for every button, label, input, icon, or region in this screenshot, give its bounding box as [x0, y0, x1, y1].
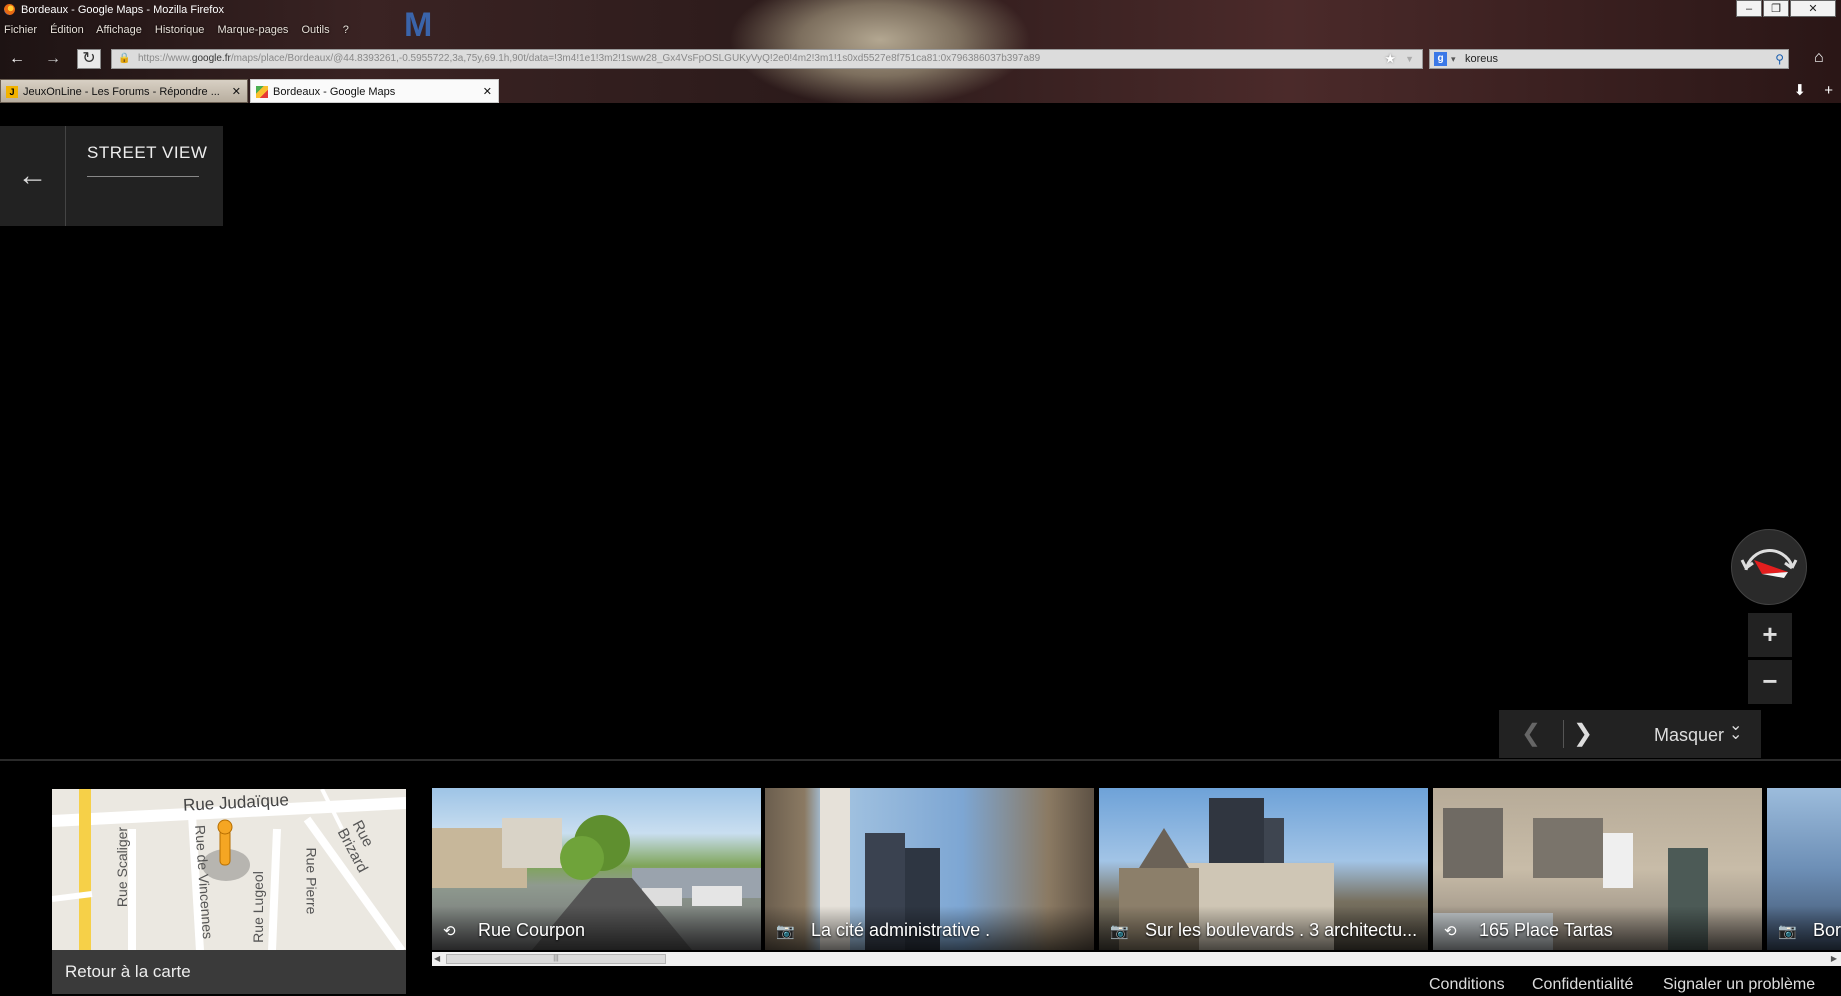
hide-filmstrip-button[interactable]: Masquer	[1654, 725, 1724, 746]
street-view-360-icon: ⟲	[1444, 923, 1457, 940]
menu-affichage[interactable]: Affichage	[96, 24, 142, 36]
menu-fichier[interactable]: Fichier	[4, 24, 37, 36]
thumbnail-label: La cité administrative .	[811, 920, 991, 940]
minimize-button[interactable]: ‒	[1736, 0, 1762, 17]
download-icon[interactable]: ⬇	[1793, 82, 1806, 99]
close-tab-icon[interactable]: ✕	[232, 80, 241, 102]
menu-historique[interactable]: Historique	[155, 24, 205, 36]
filmstrip-controls: ❮ ❯ Masquer ⌄ ⌄	[1499, 710, 1761, 758]
privacy-link[interactable]: Confidentialité	[1532, 976, 1633, 994]
browser-chrome: Bordeaux - Google Maps - Mozilla Firefox…	[0, 0, 1841, 103]
home-icon[interactable]: ⌂	[1814, 49, 1824, 67]
street-view-360-icon: ⟲	[443, 923, 456, 940]
address-bar[interactable]: 🔒 https://www.google.fr/maps/place/Borde…	[111, 49, 1423, 69]
street-label-rue-lugeol: Rue Lugeol	[249, 871, 266, 943]
previous-arrow-icon[interactable]: ❮	[1521, 710, 1551, 758]
compass-needle-icon	[1740, 549, 1798, 578]
forward-arrow-icon[interactable]: →	[42, 48, 64, 70]
street-label-rue-pierre: Rue Pierre	[303, 847, 320, 915]
search-bar[interactable]: g ▾ koreus ⚲	[1429, 49, 1789, 69]
street-view-title: STREET VIEW	[87, 143, 208, 162]
title-underline	[87, 176, 199, 177]
back-arrow-icon[interactable]: ←	[6, 48, 28, 70]
menu-bar: Fichier Édition Affichage Historique Mar…	[4, 24, 359, 42]
url-dropdown-icon[interactable]: ▼	[1405, 50, 1414, 68]
return-to-map-button[interactable]: Retour à la carte	[52, 950, 406, 994]
filmstrip-scrollbar[interactable]: ◀ ||| ▶	[432, 952, 1841, 966]
zoom-out-button[interactable]: −	[1748, 660, 1792, 704]
thumbnail-label: Bor	[1813, 920, 1841, 940]
thumbnail-card[interactable]: ⟲ 165 Place Tartas	[1433, 788, 1762, 950]
search-input[interactable]: koreus	[1465, 50, 1498, 68]
tab-label: JeuxOnLine - Les Forums - Répondre ...	[23, 86, 220, 98]
tab-label: Bordeaux - Google Maps	[273, 86, 396, 98]
toolbar-logo-icon: M	[404, 6, 433, 44]
tab-bar: J JeuxOnLine - Les Forums - Répondre ...…	[0, 79, 1841, 103]
close-window-button[interactable]: ✕	[1790, 0, 1836, 17]
report-problem-link[interactable]: Signaler un problème	[1663, 976, 1815, 994]
search-icon[interactable]: ⚲	[1775, 50, 1784, 68]
jeuxonline-favicon-icon: J	[6, 86, 18, 98]
thumbnail-label: Rue Courpon	[478, 920, 586, 940]
back-arrow-icon[interactable]: ←	[0, 126, 66, 226]
compass-icon[interactable]	[1731, 529, 1807, 605]
thumbnail-card[interactable]: 📷 Bor	[1767, 788, 1841, 950]
lock-icon: 🔒	[118, 53, 131, 64]
mini-map[interactable]: Rue Judaïque Rue Scaliger Rue de Vincenn…	[52, 789, 406, 951]
camera-icon: 📷	[1778, 923, 1797, 940]
street-view-header: ← STREET VIEW	[0, 126, 223, 226]
close-tab-icon[interactable]: ✕	[483, 80, 492, 102]
menu-marque-pages[interactable]: Marque-pages	[218, 24, 289, 36]
tab-jeuxonline[interactable]: J JeuxOnLine - Les Forums - Répondre ...…	[0, 79, 248, 103]
scroll-left-icon[interactable]: ◀	[434, 952, 440, 966]
thumbnail-card[interactable]: ⟲ Rue Courpon	[432, 788, 761, 950]
thumbnail-label: Sur les boulevards . 3 architectu...	[1145, 920, 1418, 940]
divider	[1563, 720, 1564, 748]
reload-icon[interactable]: ↻	[77, 49, 101, 69]
bookmark-star-icon[interactable]: ★	[1384, 50, 1396, 68]
google-search-engine-icon[interactable]: g	[1434, 52, 1447, 66]
thumbnail-card[interactable]: 📷 Sur les boulevards . 3 architectu...	[1099, 788, 1428, 950]
tab-google-maps[interactable]: Bordeaux - Google Maps ✕	[250, 79, 499, 103]
scrollbar-thumb[interactable]: |||	[446, 954, 666, 964]
menu-outils[interactable]: Outils	[302, 24, 330, 36]
search-engine-dropdown-icon[interactable]: ▾	[1451, 50, 1456, 68]
firefox-icon	[4, 4, 15, 15]
collapse-chevron-icon[interactable]: ⌄ ⌄	[1729, 718, 1742, 743]
tab-tools: ⬇ +	[1779, 79, 1833, 103]
street-label-rue-scaliger: Rue Scaliger	[114, 826, 131, 908]
new-tab-icon[interactable]: +	[1824, 82, 1833, 99]
thumbnail-label: 165 Place Tartas	[1479, 920, 1613, 940]
title-bar: Bordeaux - Google Maps - Mozilla Firefox…	[0, 0, 1841, 20]
zoom-in-button[interactable]: +	[1748, 613, 1792, 657]
url-text: https://www.google.fr/maps/place/Bordeau…	[138, 53, 1041, 64]
scroll-right-icon[interactable]: ▶	[1831, 952, 1837, 966]
menu-help[interactable]: ?	[343, 24, 349, 36]
next-arrow-icon[interactable]: ❯	[1573, 710, 1603, 758]
window-title: Bordeaux - Google Maps - Mozilla Firefox	[21, 4, 224, 16]
camera-icon: 📷	[776, 923, 795, 940]
terms-link[interactable]: Conditions	[1429, 976, 1505, 994]
thumbnail-card[interactable]: 📷 La cité administrative .	[765, 788, 1094, 950]
restore-button[interactable]: ❐	[1763, 0, 1789, 17]
camera-icon: 📷	[1110, 923, 1129, 940]
menu-edition[interactable]: Édition	[50, 24, 84, 36]
google-maps-favicon-icon	[256, 86, 268, 98]
